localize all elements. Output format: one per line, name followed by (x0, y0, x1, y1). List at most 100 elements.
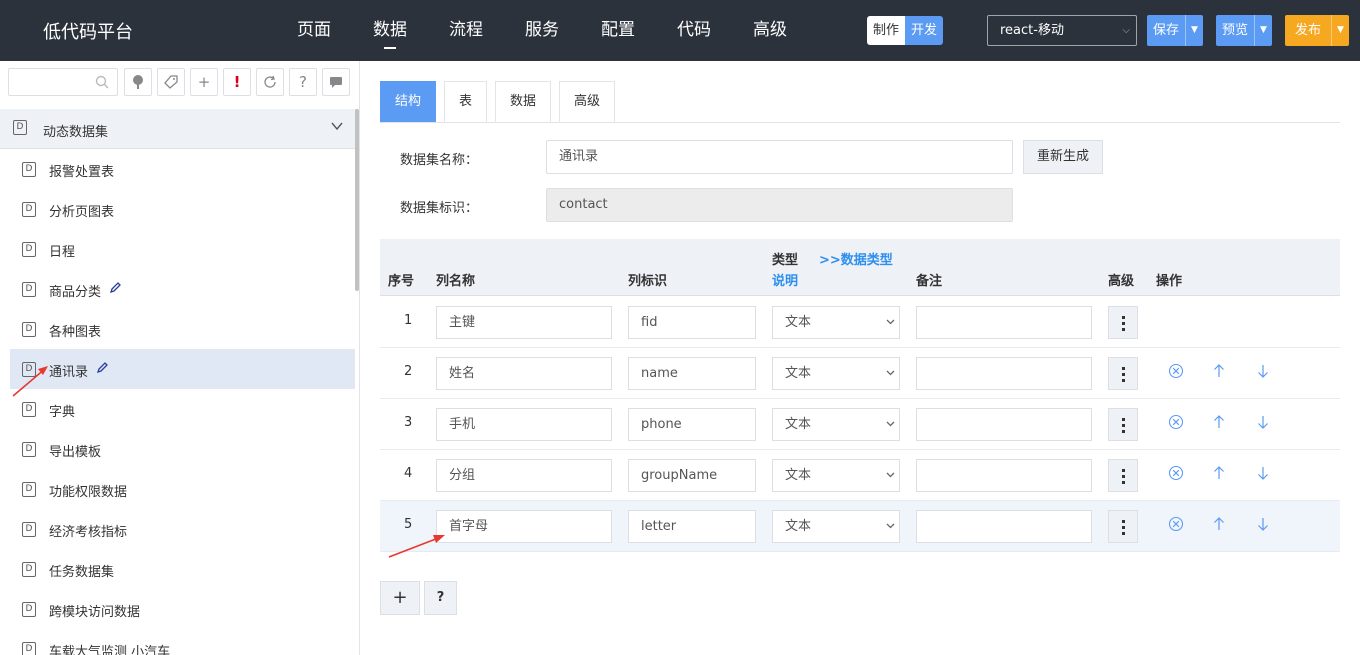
remark-input[interactable] (916, 306, 1092, 339)
list-item[interactable]: D 跨模块访问数据 (10, 589, 355, 629)
delete-icon[interactable] (1168, 414, 1184, 430)
column-id-input[interactable]: groupName (628, 459, 756, 492)
mode-make-button[interactable]: 制作 (867, 16, 906, 45)
nav-item-flow[interactable]: 流程 (428, 0, 504, 61)
search-icon (95, 75, 109, 89)
caret-down-icon[interactable]: ▼ (1331, 15, 1349, 46)
column-name-input[interactable]: 分组 (436, 459, 612, 492)
column-id-input[interactable]: name (628, 357, 756, 390)
delete-icon[interactable] (1168, 516, 1184, 532)
arrow-down-icon[interactable] (1255, 516, 1271, 532)
chevron-down-icon (886, 472, 895, 478)
dataset-name-input[interactable]: 通讯录 (546, 140, 1013, 174)
chevron-down-icon (886, 523, 895, 529)
more-vertical-icon[interactable] (1108, 408, 1138, 441)
column-type-value: 文本 (785, 468, 812, 483)
list-item[interactable]: D 任务数据集 (10, 549, 355, 589)
dataset-folder-icon: D (13, 120, 27, 135)
help-icon[interactable]: ? (289, 68, 317, 96)
list-item[interactable]: D 商品分类 (10, 269, 355, 309)
more-vertical-icon[interactable] (1108, 510, 1138, 543)
column-type-select[interactable]: 文本 (772, 459, 900, 492)
column-type-select[interactable]: 文本 (772, 357, 900, 390)
more-vertical-icon[interactable] (1108, 357, 1138, 390)
column-id-input[interactable]: phone (628, 408, 756, 441)
data-type-link[interactable]: >>数据类型 (819, 249, 893, 268)
tab-data[interactable]: 数据 (495, 81, 552, 123)
add-icon[interactable]: + (190, 68, 218, 96)
save-button[interactable]: 保存 ▼ (1147, 15, 1204, 46)
column-type-select[interactable]: 文本 (772, 408, 900, 441)
column-name-input[interactable]: 手机 (436, 408, 612, 441)
chevron-down-icon[interactable] (331, 120, 343, 132)
caret-down-icon[interactable]: ▼ (1254, 15, 1272, 46)
list-item[interactable]: D 报警处置表 (10, 149, 355, 189)
more-vertical-icon[interactable] (1108, 459, 1138, 492)
arrow-down-icon[interactable] (1255, 363, 1271, 379)
dataset-label: 经济考核指标 (49, 525, 128, 540)
save-button-label: 保存 (1153, 23, 1180, 38)
sidebar-search-input[interactable] (8, 68, 118, 96)
caret-down-icon[interactable]: ▼ (1185, 15, 1203, 46)
nav-item-page[interactable]: 页面 (276, 0, 352, 61)
type-note-link[interactable]: 说明 (772, 270, 798, 289)
preview-button[interactable]: 预览 ▼ (1216, 15, 1273, 46)
dataset-group-header[interactable]: D 动态数据集 (0, 109, 356, 149)
delete-icon[interactable] (1168, 363, 1184, 379)
list-item[interactable]: D 经济考核指标 (10, 509, 355, 549)
list-item[interactable]: D 车载大气监测 小汽车 (10, 629, 355, 655)
pencil-icon[interactable] (96, 362, 108, 374)
framework-select[interactable]: react-移动 ⌵ (987, 15, 1137, 46)
tab-table[interactable]: 表 (444, 81, 488, 123)
arrow-up-icon[interactable] (1211, 363, 1227, 379)
column-name-input[interactable]: 首字母 (436, 510, 612, 543)
add-column-button[interactable]: + (380, 581, 420, 615)
arrow-up-icon[interactable] (1211, 516, 1227, 532)
remark-input[interactable] (916, 408, 1092, 441)
help-button[interactable]: ? (424, 581, 457, 615)
pencil-icon[interactable] (109, 282, 121, 294)
column-type-value: 文本 (785, 315, 812, 330)
column-id-input[interactable]: fid (628, 306, 756, 339)
delete-icon[interactable] (1168, 465, 1184, 481)
list-item[interactable]: D 分析页图表 (10, 189, 355, 229)
column-type-select[interactable]: 文本 (772, 306, 900, 339)
column-id-input[interactable]: letter (628, 510, 756, 543)
remark-input[interactable] (916, 510, 1092, 543)
nav-item-data[interactable]: 数据 (352, 0, 428, 61)
arrow-up-icon[interactable] (1211, 414, 1227, 430)
nav-item-service[interactable]: 服务 (504, 0, 580, 61)
tree-icon[interactable] (124, 68, 152, 96)
tab-advanced[interactable]: 高级 (559, 81, 616, 123)
alert-icon[interactable]: ! (223, 68, 251, 96)
column-name-input[interactable]: 姓名 (436, 357, 612, 390)
column-type-select[interactable]: 文本 (772, 510, 900, 543)
regenerate-button[interactable]: 重新生成 (1023, 140, 1103, 174)
refresh-icon[interactable] (256, 68, 284, 96)
more-vertical-icon[interactable] (1108, 306, 1138, 339)
publish-button[interactable]: 发布 ▼ (1285, 15, 1350, 46)
header-type: 类型 (772, 253, 799, 268)
arrow-up-icon[interactable] (1211, 465, 1227, 481)
list-item[interactable]: D 字典 (10, 389, 355, 429)
nav-item-config[interactable]: 配置 (580, 0, 656, 61)
header-advanced: 高级 (1108, 274, 1135, 289)
list-item[interactable]: D 功能权限数据 (10, 469, 355, 509)
list-item[interactable]: D 导出模板 (10, 429, 355, 469)
nav-item-advanced[interactable]: 高级 (732, 0, 808, 61)
comment-icon[interactable] (322, 68, 350, 96)
nav-item-code[interactable]: 代码 (656, 0, 732, 61)
mode-dev-button[interactable]: 开发 (905, 16, 944, 45)
list-item[interactable]: D 日程 (10, 229, 355, 269)
sidebar-scrollbar[interactable] (355, 109, 359, 291)
table-row: 3 手机 phone 文本 (380, 399, 1340, 450)
remark-input[interactable] (916, 357, 1092, 390)
arrow-down-icon[interactable] (1255, 465, 1271, 481)
remark-input[interactable] (916, 459, 1092, 492)
tab-structure[interactable]: 结构 (380, 81, 437, 123)
tag-icon[interactable] (157, 68, 185, 96)
column-name-input[interactable]: 主键 (436, 306, 612, 339)
list-item[interactable]: D 各种图表 (10, 309, 355, 349)
list-item-active[interactable]: D 通讯录 (10, 349, 355, 389)
arrow-down-icon[interactable] (1255, 414, 1271, 430)
